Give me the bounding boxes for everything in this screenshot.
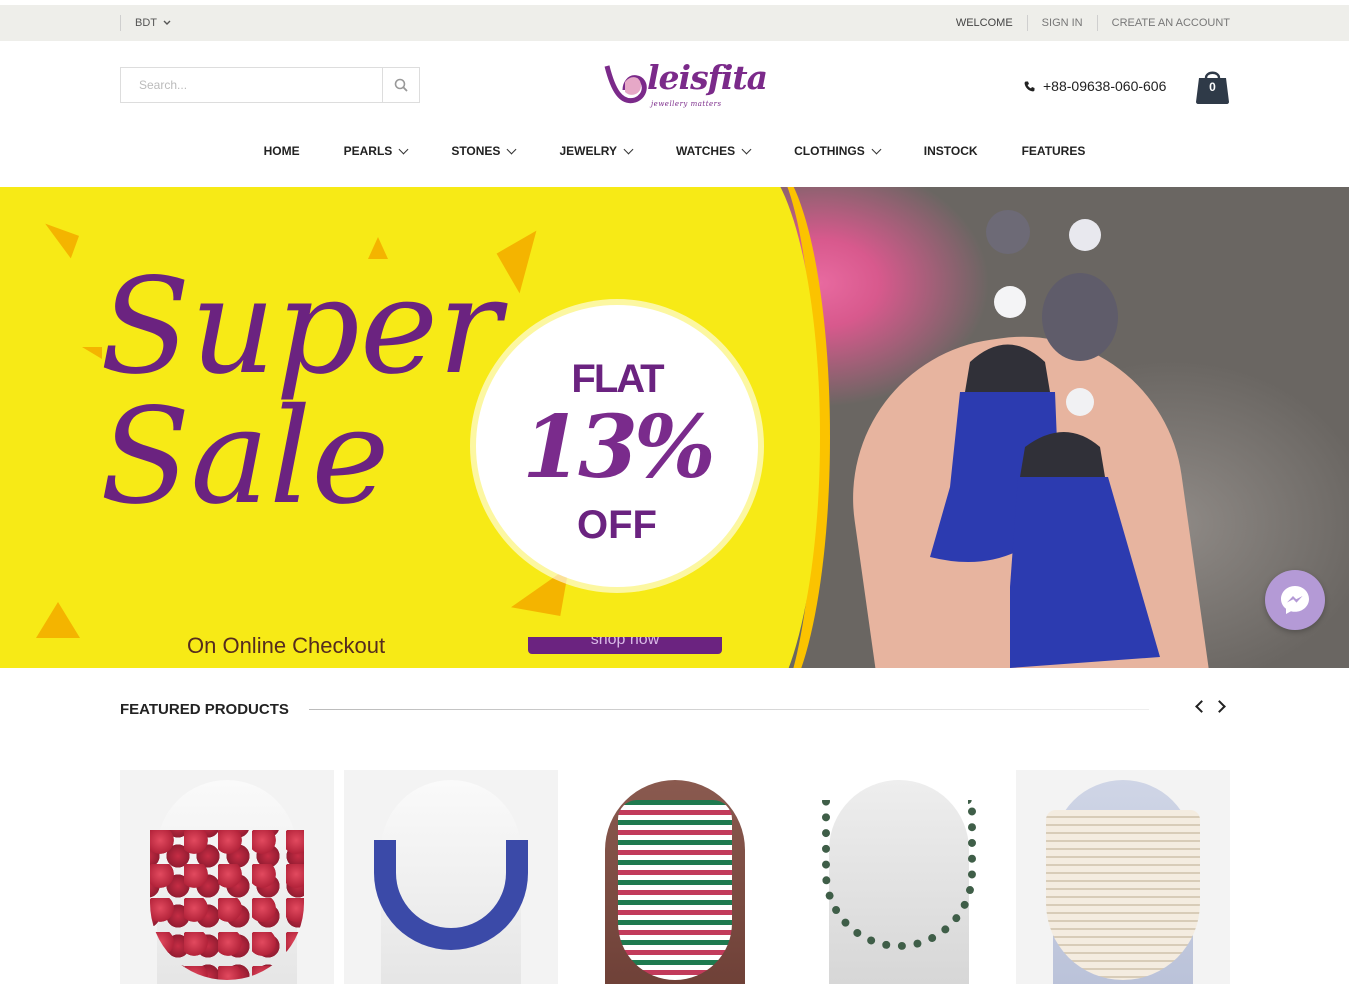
nav-label: WATCHES <box>676 144 736 158</box>
badge-percent: 13% <box>522 397 715 498</box>
checkout-text: On Online Checkout <box>187 633 386 658</box>
nav-label: FEATURES <box>1021 144 1086 158</box>
phone-number: +88-09638-060-606 <box>1043 78 1167 94</box>
account-links: WELCOME SIGN IN CREATE AN ACCOUNT <box>942 15 1230 31</box>
cart-count: 0 <box>1209 80 1216 94</box>
nav-pearls[interactable]: PEARLS <box>322 144 430 158</box>
nav-home[interactable]: HOME <box>242 144 322 158</box>
triangle-decoration <box>36 223 80 259</box>
nav-label: STONES <box>451 144 501 158</box>
currency-selector[interactable]: BDT <box>120 15 171 31</box>
chevron-left-icon[interactable] <box>1195 700 1208 713</box>
section-divider <box>309 709 1149 710</box>
search-icon <box>394 78 408 92</box>
badge-flat: FLAT <box>571 357 664 401</box>
product-card[interactable] <box>568 770 782 984</box>
shop-now-button[interactable]: shop now <box>528 637 722 654</box>
discount-badge: FLAT 13% OFF <box>476 305 758 587</box>
badge-off: OFF <box>577 503 657 547</box>
product-card[interactable] <box>1016 770 1230 984</box>
product-card[interactable] <box>792 770 1006 984</box>
product-image <box>618 800 732 980</box>
nav-clothings[interactable]: CLOTHINGS <box>772 144 902 158</box>
hero-banner[interactable]: Super Sale FLAT 13% OFF On Online Checko… <box>0 187 1349 668</box>
search-input[interactable]: Search... <box>121 68 382 102</box>
nav-jewelry[interactable]: JEWELRY <box>537 144 654 158</box>
product-image <box>822 800 976 950</box>
chevron-down-icon <box>871 144 882 154</box>
create-account-link[interactable]: CREATE AN ACCOUNT <box>1096 15 1230 31</box>
chevron-down-icon <box>163 20 171 25</box>
cart-button[interactable]: 0 <box>1196 68 1229 104</box>
nav-watches[interactable]: WATCHES <box>654 144 772 158</box>
search-button[interactable] <box>382 68 419 102</box>
search-box: Search... <box>120 67 420 103</box>
messenger-chat-button[interactable] <box>1265 570 1325 630</box>
chevron-right-icon[interactable] <box>1213 700 1226 713</box>
nav-label: INSTOCK <box>923 144 978 158</box>
chevron-down-icon <box>741 144 752 154</box>
product-card[interactable] <box>120 770 334 984</box>
featured-products-list <box>120 770 1230 984</box>
chevron-down-icon <box>398 144 409 154</box>
heart-logo-icon <box>604 65 647 104</box>
nav-label: CLOTHINGS <box>794 144 865 158</box>
currency-label: BDT <box>135 17 157 29</box>
nav-features[interactable]: FEATURES <box>1000 144 1108 158</box>
product-image <box>150 830 304 980</box>
nav-instock[interactable]: INSTOCK <box>902 144 1000 158</box>
nav-label: PEARLS <box>343 144 393 158</box>
nav-label: HOME <box>263 144 300 158</box>
sign-in-link[interactable]: SIGN IN <box>1026 15 1097 31</box>
phone-icon <box>1024 81 1035 91</box>
carousel-controls <box>1195 700 1226 713</box>
logo-tagline: jewellery matters <box>651 100 722 108</box>
triangle-decoration <box>82 347 102 359</box>
logo-text: leisfita <box>647 58 768 97</box>
nav-label: JEWELRY <box>559 144 617 158</box>
featured-products-title: FEATURED PRODUCTS <box>120 701 289 718</box>
chevron-down-icon <box>506 144 517 154</box>
product-card[interactable] <box>344 770 558 984</box>
welcome-text: WELCOME <box>955 17 1013 29</box>
tassel-earrings-image <box>930 210 1160 668</box>
headline-line-2: Sale <box>100 380 390 534</box>
triangle-decoration <box>36 602 80 638</box>
product-image <box>1046 810 1200 980</box>
triangle-decoration <box>496 230 560 294</box>
chevron-down-icon <box>623 144 634 154</box>
top-bar: BDT WELCOME SIGN IN CREATE AN ACCOUNT <box>0 5 1349 41</box>
sale-headline: Super Sale <box>100 250 502 534</box>
nav-stones[interactable]: STONES <box>429 144 537 158</box>
phone-contact[interactable]: +88-09638-060-606 <box>1024 78 1166 94</box>
site-logo[interactable]: leisfita jewellery matters <box>603 58 768 114</box>
headline-line-1: Super <box>100 250 502 404</box>
main-nav: HOME PEARLS STONES JEWELRY WATCHES CLOTH… <box>0 144 1349 158</box>
messenger-icon <box>1281 586 1309 614</box>
